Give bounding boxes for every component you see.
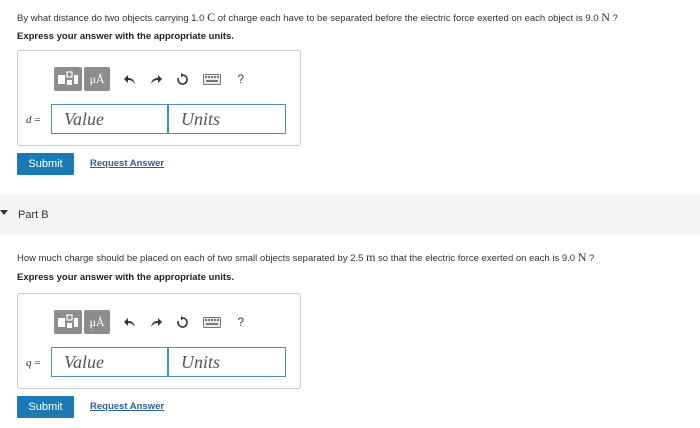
reset-icon[interactable] [176,72,189,86]
redo-icon[interactable] [150,74,163,85]
fraction-template-icon[interactable] [54,310,83,334]
help-icon[interactable]: ? [237,315,244,329]
answer-box-b: μÅ ? q = Value Units [17,293,301,389]
keyboard-icon[interactable] [203,316,222,328]
answer-box-a: μÅ ? d = Value Units [17,50,301,146]
units-input-a[interactable]: Units [168,104,286,134]
help-icon[interactable]: ? [237,72,244,86]
value-input-a[interactable]: Value [51,104,168,134]
variable-label-b: q = [26,357,41,369]
units-template-button[interactable]: μÅ [84,67,111,91]
units-input-b[interactable]: Units [168,347,286,377]
request-answer-link-b[interactable]: Request Answer [90,401,164,412]
redo-icon[interactable] [150,317,163,328]
keyboard-icon[interactable] [203,73,222,85]
math-toolbar-a: μÅ ? [54,65,244,93]
math-toolbar-b: μÅ ? [54,308,244,336]
question-text-b: How much charge should be placed on each… [17,250,595,264]
part-b-header[interactable]: Part B [0,195,700,235]
undo-icon[interactable] [124,74,136,85]
submit-button-a[interactable]: Submit [17,153,74,175]
instruction-text-a: Express your answer with the appropriate… [17,31,234,42]
request-answer-link-a[interactable]: Request Answer [90,158,164,169]
submit-button-b[interactable]: Submit [17,396,74,418]
value-input-b[interactable]: Value [51,347,168,377]
units-template-button[interactable]: μÅ [84,310,111,334]
fraction-template-icon[interactable] [54,67,83,91]
collapse-caret-icon[interactable] [0,210,8,215]
undo-icon[interactable] [124,317,136,328]
reset-icon[interactable] [176,315,189,329]
variable-label-a: d = [26,114,41,126]
instruction-text-b: Express your answer with the appropriate… [17,272,234,283]
question-text-a: By what distance do two objects carrying… [17,10,618,24]
part-b-title: Part B [18,209,49,221]
